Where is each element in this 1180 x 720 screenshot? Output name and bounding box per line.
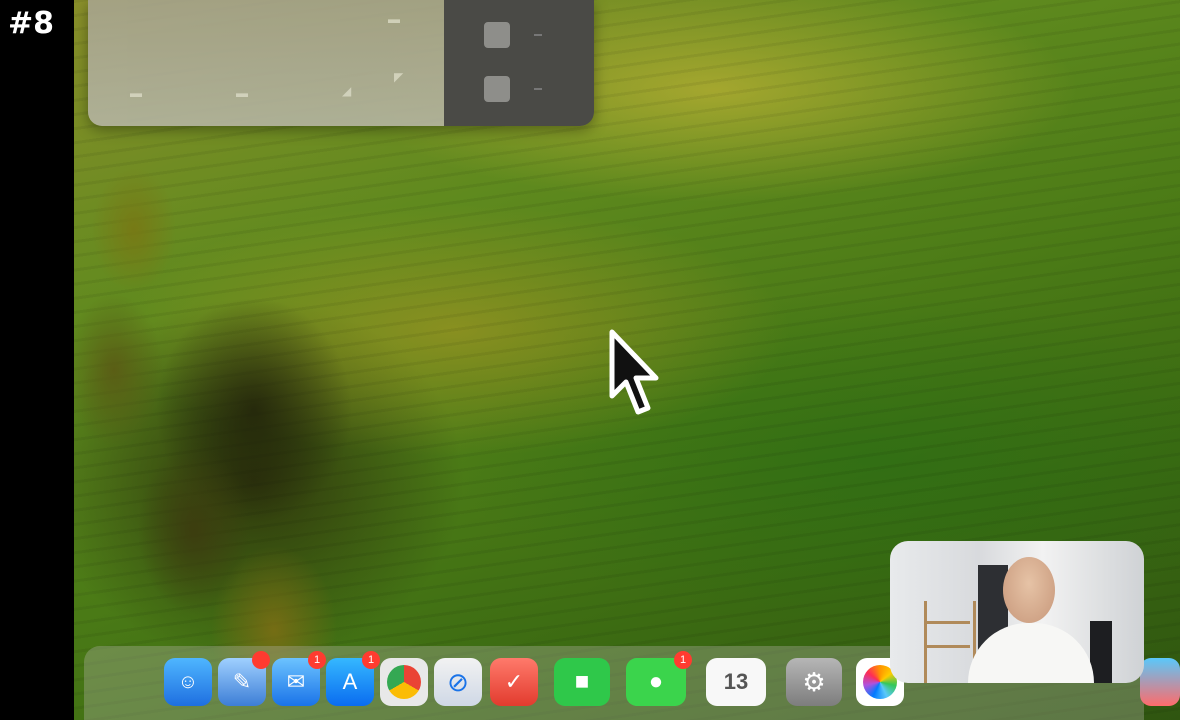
panel-tile-icon[interactable]: [484, 76, 510, 102]
control-center-panel: ▬ ▬ ▬ ◢ ◤: [88, 0, 594, 126]
app-store-icon[interactable]: A 1: [326, 651, 380, 706]
notification-badge: [252, 651, 270, 669]
panel-tile-icon[interactable]: [484, 22, 510, 48]
mail-icon[interactable]: ✉ 1: [272, 651, 326, 706]
finder-icon[interactable]: ☺: [164, 658, 212, 706]
webcam-overlay: [890, 541, 1144, 683]
control-panel-left-section: ▬ ▬ ▬ ◢ ◤: [88, 0, 444, 126]
app-store-badge: 1: [362, 651, 380, 669]
panel-toggle-icon[interactable]: ▬: [388, 12, 400, 26]
left-black-bar: #8: [0, 0, 74, 720]
calendar-icon[interactable]: 13: [706, 658, 766, 706]
app-icon[interactable]: [1140, 658, 1180, 706]
messages-icon[interactable]: ● 1: [626, 651, 692, 706]
app-icon[interactable]: ✎: [218, 651, 270, 706]
safari-icon[interactable]: ⊘: [434, 658, 482, 706]
messages-badge: 1: [674, 651, 692, 669]
facetime-icon[interactable]: ■: [554, 658, 610, 706]
control-panel-right-section: [444, 0, 594, 126]
panel-small-icon[interactable]: ▬: [130, 86, 142, 100]
panel-dash: [534, 88, 542, 90]
calendar-date: 13: [723, 669, 749, 694]
panel-small-icon[interactable]: ◢: [342, 84, 351, 98]
panel-small-icon[interactable]: ▬: [236, 86, 248, 100]
panel-small-icon[interactable]: ◤: [394, 70, 403, 84]
clip-number-label: #8: [8, 6, 55, 41]
system-settings-icon[interactable]: ⚙: [786, 658, 842, 706]
mouse-cursor-icon: [609, 329, 659, 415]
panel-dash: [534, 34, 542, 36]
app-icon[interactable]: ✓: [490, 658, 538, 706]
wallpaper-trees: [74, 110, 434, 720]
mail-badge: 1: [308, 651, 326, 669]
presenter-head: [1003, 557, 1055, 623]
chrome-icon[interactable]: [380, 658, 428, 706]
